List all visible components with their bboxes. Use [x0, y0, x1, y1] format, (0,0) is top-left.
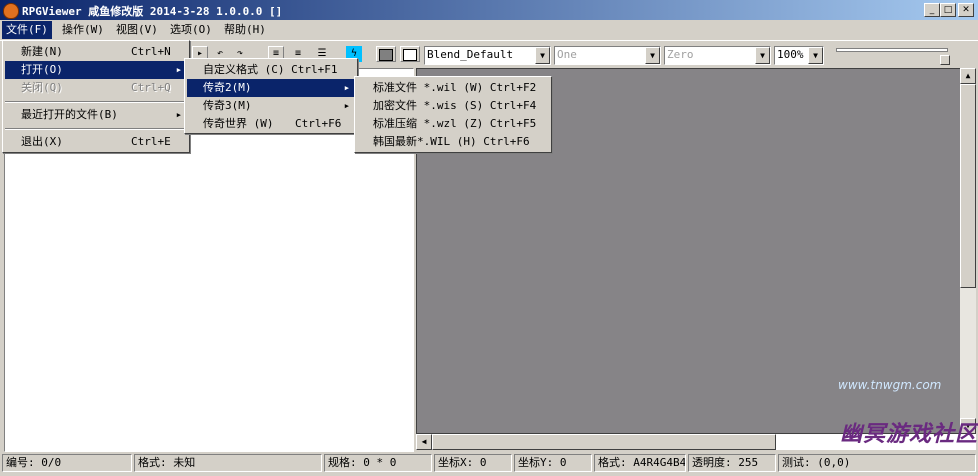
status-size: 规格: 0 * 0: [324, 454, 432, 472]
submenu-arrow-icon: ▶: [176, 66, 181, 74]
menu-item-shortcut: Ctrl+Q: [131, 81, 171, 94]
menu-item-legend3[interactable]: 传奇3(M) ▶: [187, 97, 355, 115]
bg-light-button[interactable]: [400, 46, 420, 62]
horizontal-scrollbar[interactable]: ◀: [416, 434, 776, 450]
bg-dark-button[interactable]: [376, 46, 396, 62]
status-pixel-format: 格式: A4R4G4B4: [594, 454, 686, 472]
menu-item-recent[interactable]: 最近打开的文件(B) ▶: [5, 106, 187, 124]
menu-item-label: 加密文件 *.wis (S) Ctrl+F4: [373, 99, 537, 112]
menu-view[interactable]: 视图(V): [112, 21, 162, 39]
maximize-button[interactable]: □: [940, 3, 956, 17]
dst-blend-select[interactable]: Zero ▼: [664, 46, 771, 65]
menu-item-label: 最近打开的文件(B): [21, 108, 118, 121]
menu-operation[interactable]: 操作(W): [58, 21, 108, 39]
menu-item-open[interactable]: 打开(O) ▶: [5, 61, 187, 79]
menu-file[interactable]: 文件(F): [2, 21, 52, 39]
status-bar: 编号: 0/0 格式: 未知 规格: 0 * 0 坐标X: 0 坐标Y: 0 格…: [0, 452, 978, 476]
title-bar[interactable]: RPGViewer 咸鱼修改版 2014-3-28 1.0.0.0 [] _ □…: [0, 0, 978, 20]
legend2-submenu: 标准文件 *.wil (W) Ctrl+F2 加密文件 *.wis (S) Ct…: [354, 76, 552, 153]
chevron-down-icon[interactable]: ▼: [645, 47, 660, 64]
dst-blend-value: Zero: [667, 48, 694, 61]
menu-item-shortcut: Ctrl+E: [131, 135, 171, 148]
chevron-down-icon[interactable]: ▼: [755, 47, 770, 64]
watermark-logo: 幽冥游戏社区: [840, 421, 978, 447]
open-submenu: 自定义格式 (C) Ctrl+F1 传奇2(M) ▶ 传奇3(M) ▶ 传奇世界…: [184, 58, 358, 134]
status-coord-x: 坐标X: 0: [434, 454, 512, 472]
status-index: 编号: 0/0: [2, 454, 132, 472]
menu-item-custom-format[interactable]: 自定义格式 (C) Ctrl+F1: [187, 61, 355, 79]
menu-item-label: 新建(N): [21, 45, 63, 58]
menu-item-label: 标准压缩 *.wzl (Z) Ctrl+F5: [373, 117, 537, 130]
window-title: RPGViewer 咸鱼修改版 2014-3-28 1.0.0.0 []: [22, 5, 283, 18]
vertical-scroll-thumb[interactable]: [960, 84, 976, 288]
menu-item-label: 传奇2(M): [203, 81, 252, 94]
menu-options[interactable]: 选项(O): [166, 21, 216, 39]
scroll-left-icon[interactable]: ◀: [416, 434, 432, 450]
menu-item-exit[interactable]: 退出(X) Ctrl+E: [5, 133, 187, 151]
menu-item-legend-world[interactable]: 传奇世界 (W) Ctrl+F6: [187, 115, 355, 133]
minimize-button[interactable]: _: [924, 3, 940, 17]
app-icon[interactable]: [3, 3, 19, 19]
submenu-arrow-icon: ▶: [176, 111, 181, 119]
menu-item-label: 标准文件 *.wil (W) Ctrl+F2: [373, 81, 537, 94]
menu-separator: [5, 128, 187, 130]
menu-item-shortcut: Ctrl+F6: [295, 117, 342, 130]
menu-separator: [5, 101, 187, 103]
zoom-select[interactable]: 100% ▼: [774, 46, 824, 65]
watermark-url: www.tnwgm.com: [838, 378, 942, 392]
zoom-value: 100%: [777, 48, 804, 61]
status-coord-y: 坐标Y: 0: [514, 454, 592, 472]
file-menu: 新建(N) Ctrl+N 打开(O) ▶ 关闭(Q) Ctrl+Q 最近打开的文…: [2, 40, 190, 153]
menu-item-label: 退出(X): [21, 135, 63, 148]
menu-item-shortcut: Ctrl+N: [131, 45, 171, 58]
src-blend-select[interactable]: One ▼: [554, 46, 661, 65]
chevron-down-icon[interactable]: ▼: [808, 47, 823, 64]
submenu-arrow-icon: ▶: [344, 102, 349, 110]
horizontal-scroll-thumb[interactable]: [432, 434, 776, 450]
status-test: 测试: (0,0): [778, 454, 976, 472]
close-button[interactable]: ✕: [958, 3, 974, 17]
src-blend-value: One: [557, 48, 577, 61]
menu-help[interactable]: 帮助(H): [220, 21, 270, 39]
menu-item-compressed-wzl[interactable]: 标准压缩 *.wzl (Z) Ctrl+F5: [357, 115, 549, 133]
menu-item-new[interactable]: 新建(N) Ctrl+N: [5, 43, 187, 61]
menu-item-label: 打开(O): [21, 63, 63, 76]
scroll-up-icon[interactable]: ▲: [960, 68, 976, 84]
menu-item-korean-wil[interactable]: 韩国最新*.WIL (H) Ctrl+F6: [357, 133, 549, 151]
menu-item-label: 关闭(Q): [21, 81, 63, 94]
menu-item-label: 韩国最新*.WIL (H) Ctrl+F6: [373, 135, 530, 148]
menu-item-close[interactable]: 关闭(Q) Ctrl+Q: [5, 79, 187, 97]
status-format: 格式: 未知: [134, 454, 322, 472]
vertical-scrollbar[interactable]: ▲ ▼: [960, 68, 976, 434]
menu-item-label: 传奇3(M): [203, 99, 252, 112]
menu-item-legend2[interactable]: 传奇2(M) ▶: [187, 79, 355, 97]
menu-item-label: 传奇世界 (W): [203, 117, 274, 130]
menu-item-encrypted-wis[interactable]: 加密文件 *.wis (S) Ctrl+F4: [357, 97, 549, 115]
alpha-slider-thumb[interactable]: [940, 55, 950, 65]
menu-item-label: 自定义格式 (C) Ctrl+F1: [203, 63, 338, 76]
menu-item-standard-wil[interactable]: 标准文件 *.wil (W) Ctrl+F2: [357, 79, 549, 97]
status-alpha: 透明度: 255: [688, 454, 776, 472]
blend-mode-value: Blend_Default: [427, 48, 514, 61]
chevron-down-icon[interactable]: ▼: [535, 47, 550, 64]
submenu-arrow-icon: ▶: [344, 84, 349, 92]
alpha-slider-track[interactable]: [836, 48, 948, 52]
blend-mode-select[interactable]: Blend_Default ▼: [424, 46, 551, 65]
menu-bar: 文件(F) 操作(W) 视图(V) 选项(O) 帮助(H): [0, 20, 978, 40]
